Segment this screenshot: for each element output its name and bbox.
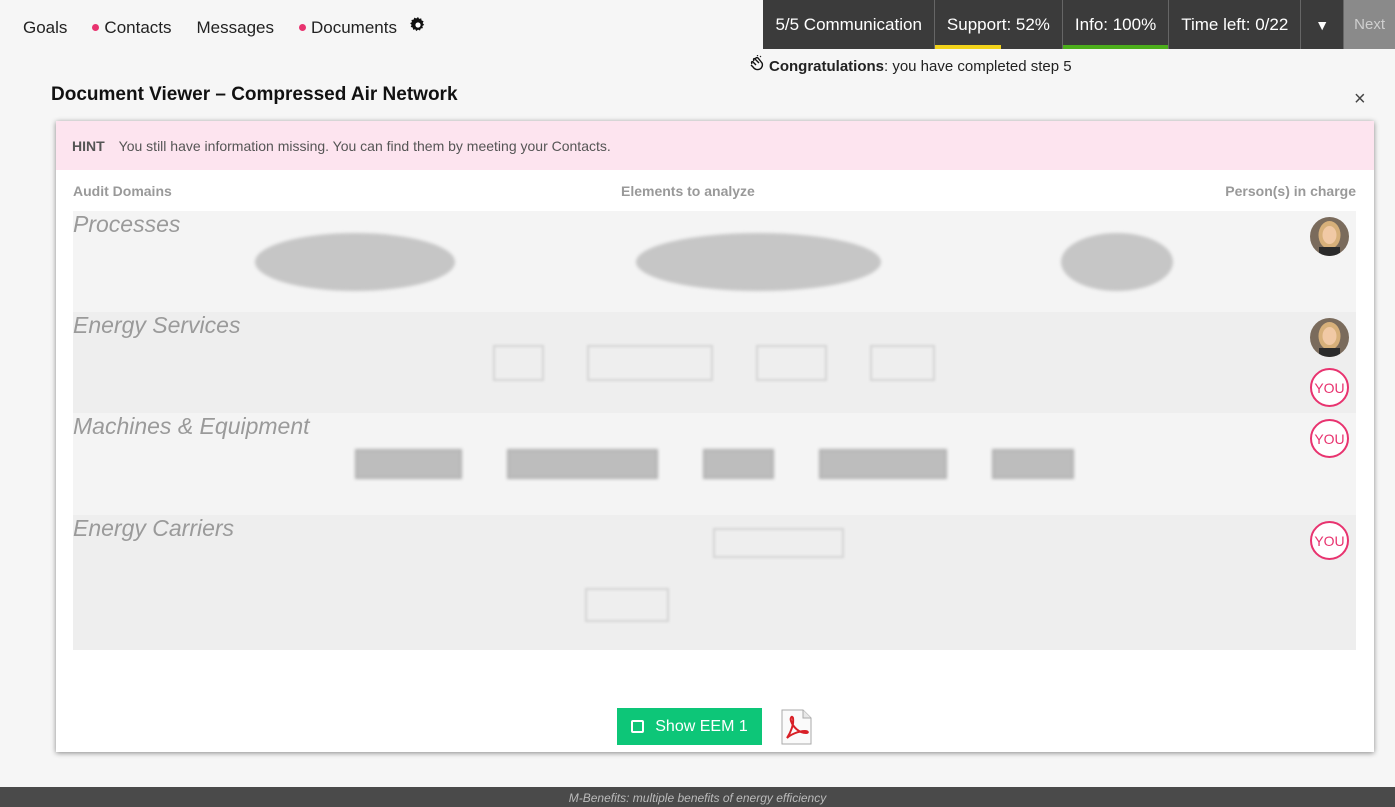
chevron-down-icon: ▼ [1315, 16, 1330, 33]
element-box[interactable] [703, 449, 774, 479]
nav-contacts-label: Contacts [104, 17, 172, 37]
element-box[interactable] [713, 528, 844, 558]
element-box[interactable] [507, 449, 658, 479]
avatar[interactable] [1310, 217, 1349, 256]
element-blob[interactable] [1061, 233, 1173, 291]
you-badge[interactable]: YOU [1310, 419, 1349, 458]
document-panel: HINT You still have information missing.… [56, 121, 1374, 752]
you-badge[interactable]: YOU [1310, 368, 1349, 407]
column-headers: Audit Domains Elements to analyze Person… [73, 183, 1356, 201]
congrats-message: Congratulations : you have completed ste… [748, 54, 1072, 78]
domain-row-energy-carriers: Energy Carriers YOU [73, 515, 1356, 650]
avatar[interactable] [1310, 318, 1349, 357]
close-icon[interactable]: × [1354, 88, 1366, 111]
nav-messages[interactable]: Messages [197, 18, 274, 38]
col-persons: Person(s) in charge [1225, 183, 1356, 199]
page-title: Document Viewer – Compressed Air Network [51, 84, 458, 105]
col-elements: Elements to analyze [621, 183, 755, 199]
congrats-text: : you have completed step 5 [884, 58, 1072, 75]
domain-label: Processes [73, 211, 181, 237]
nav-goals[interactable]: Goals [23, 18, 67, 38]
element-box[interactable] [585, 588, 669, 622]
footer: M-Benefits: multiple benefits of energy … [0, 787, 1395, 807]
top-nav: Goals Contacts Messages Documents [23, 17, 426, 38]
element-box[interactable] [870, 345, 935, 381]
show-eem-label: Show EEM 1 [655, 717, 748, 735]
nav-contacts[interactable]: Contacts [92, 18, 171, 38]
support-status: Support: 52% [934, 0, 1063, 49]
info-label: Info: 100% [1074, 14, 1157, 34]
show-eem-button[interactable]: Show EEM 1 [617, 708, 762, 745]
domain-label: Energy Services [73, 312, 241, 338]
domain-row-machines: Machines & Equipment YOU [73, 413, 1356, 515]
domain-label: Energy Carriers [73, 515, 235, 541]
communication-label: 5/5 Communication [775, 14, 922, 34]
domain-label: Machines & Equipment [73, 413, 310, 439]
element-blob[interactable] [255, 233, 455, 291]
checkbox-icon [631, 720, 645, 733]
congrats-strong: Congratulations [769, 58, 884, 75]
element-box[interactable] [587, 345, 713, 381]
communication-status: 5/5 Communication [763, 0, 935, 49]
hint-text: You still have information missing. You … [118, 137, 611, 154]
time-left-status: Time left: 0/22 [1169, 0, 1302, 49]
nav-documents[interactable]: Documents [299, 18, 397, 38]
col-audit-domains: Audit Domains [73, 183, 172, 199]
domain-row-processes: Processes [73, 211, 1356, 312]
you-badge[interactable]: YOU [1310, 521, 1349, 560]
element-box[interactable] [355, 449, 462, 479]
dropdown-button[interactable]: ▼ [1301, 0, 1345, 49]
next-button[interactable]: Next [1344, 0, 1395, 49]
pdf-icon[interactable] [781, 709, 812, 745]
support-progress-bar [934, 45, 1001, 49]
support-label: Support: 52% [946, 14, 1050, 34]
status-bar: 5/5 Communication Support: 52% Info: 100… [763, 0, 1395, 49]
element-box[interactable] [493, 345, 544, 381]
info-progress-bar [1062, 45, 1169, 49]
nav-documents-label: Documents [311, 17, 397, 37]
domain-row-energy-services: Energy Services YOU [73, 312, 1356, 413]
time-left-label: Time left: 0/22 [1181, 14, 1289, 34]
element-box[interactable] [756, 345, 827, 381]
hint-label: HINT [72, 137, 105, 154]
clap-icon [748, 54, 766, 78]
gear-icon[interactable] [410, 17, 426, 38]
element-box[interactable] [992, 449, 1074, 479]
element-blob[interactable] [636, 233, 881, 291]
info-status: Info: 100% [1062, 0, 1170, 49]
hint-bar: HINT You still have information missing.… [56, 121, 1374, 170]
element-box[interactable] [819, 449, 947, 479]
